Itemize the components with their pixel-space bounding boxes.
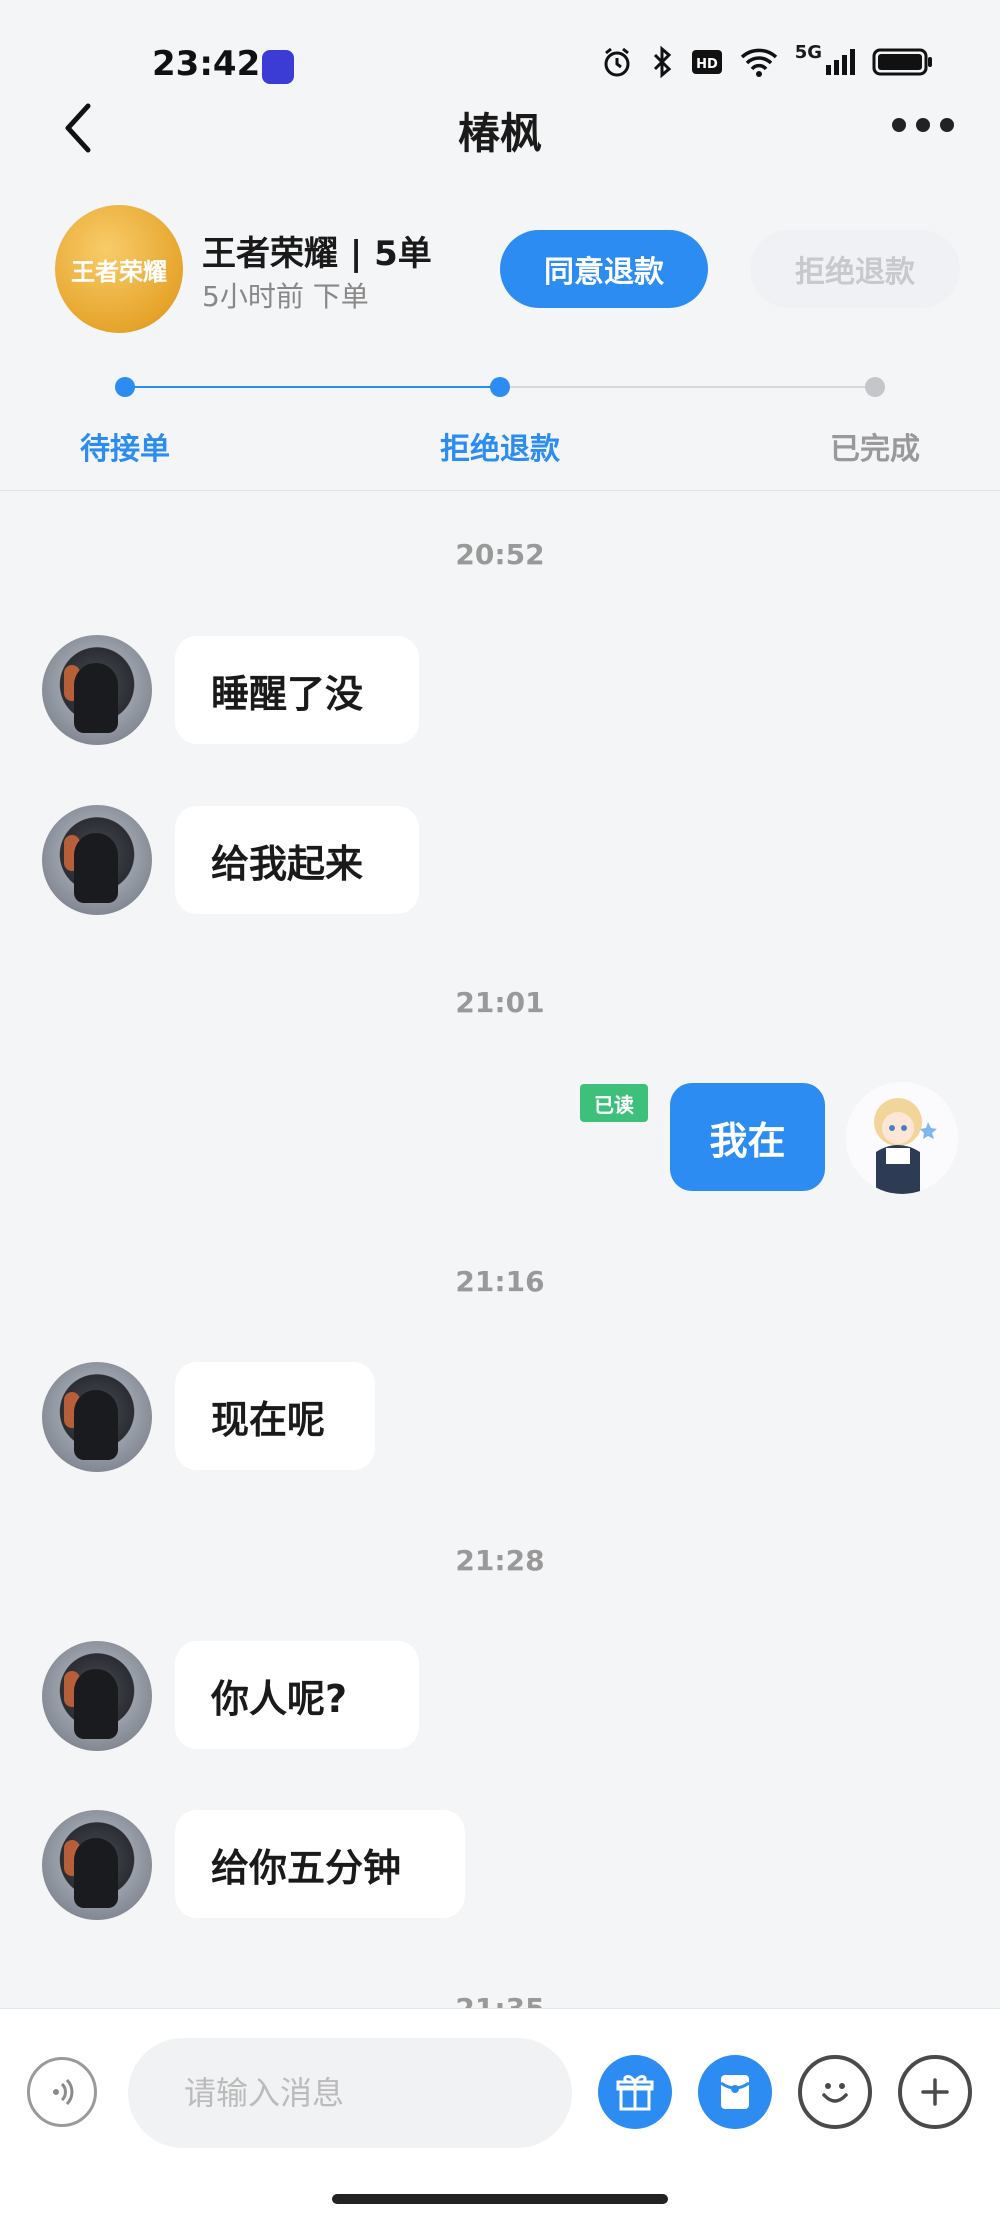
order-game-title: 王者荣耀 | 5单 <box>202 234 432 274</box>
signal-icon <box>826 49 855 75</box>
progress-dot-2 <box>490 377 510 397</box>
red-packet-icon[interactable] <box>698 2055 772 2129</box>
svg-text:HD: HD <box>696 57 718 72</box>
page-title: 椿枫 <box>457 109 542 158</box>
emoji-icon[interactable] <box>798 2055 872 2129</box>
alarm-icon <box>604 47 630 77</box>
more-icon[interactable] <box>892 118 954 132</box>
hd-icon: HD <box>691 50 722 74</box>
my-message-bubble[interactable]: 我在 <box>670 1083 825 1191</box>
agree-refund-button[interactable]: 同意退款 <box>500 230 708 308</box>
progress-line-active <box>125 386 500 388</box>
gift-icon[interactable] <box>598 2055 672 2129</box>
message-bubble[interactable]: 给我起来 <box>175 806 419 914</box>
contact-avatar[interactable] <box>42 635 152 745</box>
plus-icon[interactable] <box>898 2055 972 2129</box>
status-time: 23:42 <box>152 44 261 84</box>
battery-icon <box>872 48 932 76</box>
bluetooth-icon <box>653 46 671 78</box>
step-label-completed: 已完成 <box>830 432 920 467</box>
progress-dot-3 <box>865 377 885 397</box>
network-label: 5G <box>794 41 822 63</box>
my-avatar[interactable] <box>846 1082 958 1194</box>
contact-avatar[interactable] <box>42 1810 152 1920</box>
read-status-tag: 已读 <box>580 1084 648 1122</box>
contact-avatar[interactable] <box>42 1362 152 1472</box>
message-bubble[interactable]: 睡醒了没 <box>175 636 419 744</box>
home-indicator[interactable] <box>332 2194 668 2204</box>
message-input[interactable] <box>128 2038 572 2148</box>
game-logo: 王者荣耀 <box>55 205 183 333</box>
app-notification-icon <box>262 50 294 84</box>
voice-icon[interactable] <box>27 2057 97 2127</box>
step-label-pending: 待接单 <box>80 432 170 467</box>
header-divider <box>0 490 1000 491</box>
chat-timestamp: 21:28 <box>455 1544 545 1577</box>
progress-dot-1 <box>115 377 135 397</box>
contact-avatar[interactable] <box>42 1641 152 1751</box>
chat-timestamp: 20:52 <box>455 538 545 571</box>
step-label-rejected: 拒绝退款 <box>440 432 560 467</box>
message-bubble[interactable]: 你人呢? <box>175 1641 419 1749</box>
wifi-icon <box>740 48 777 77</box>
anime-avatar-image <box>846 1082 958 1194</box>
message-bubble[interactable]: 给你五分钟 <box>175 1810 465 1918</box>
message-bubble[interactable]: 现在呢 <box>175 1362 375 1470</box>
status-icons: HD 5G <box>601 42 934 78</box>
chat-timestamp: 21:01 <box>455 986 545 1019</box>
reject-refund-button[interactable]: 拒绝退款 <box>750 230 960 308</box>
order-time: 5小时前 下单 <box>202 280 369 313</box>
contact-avatar[interactable] <box>42 805 152 915</box>
progress-line-inactive <box>500 386 875 388</box>
chat-timestamp: 21:16 <box>455 1265 545 1298</box>
